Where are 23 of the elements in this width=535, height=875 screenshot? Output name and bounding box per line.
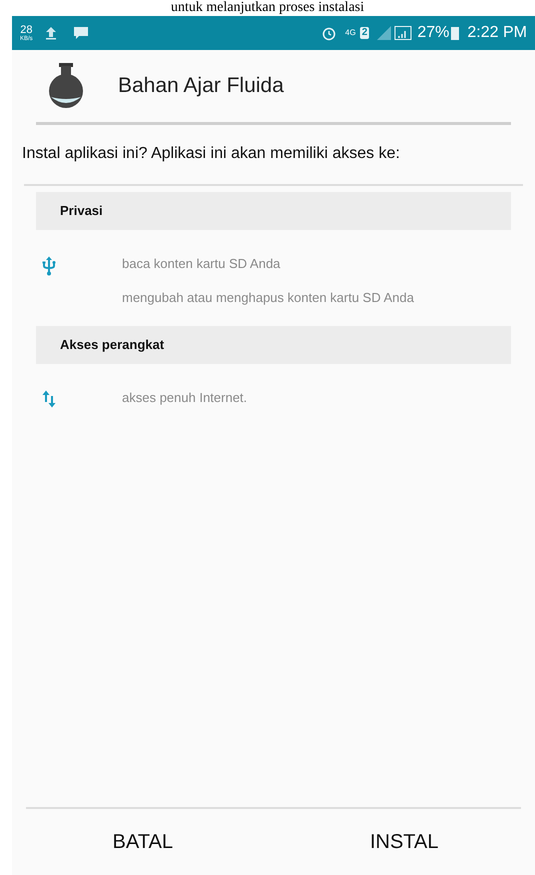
usb-icon (42, 256, 56, 276)
section-header: Privasi (36, 192, 511, 230)
section-header: Akses perangkat (36, 326, 511, 364)
upload-icon (44, 26, 57, 40)
battery-icon (451, 26, 460, 40)
clock: 2:22 PM (467, 23, 527, 43)
app-name: Bahan Ajar Fluida (118, 73, 284, 100)
signal-icon (377, 26, 414, 40)
alarm-icon (321, 25, 338, 41)
cancel-button[interactable]: BATAL (12, 809, 274, 875)
network-type: 4G (345, 29, 356, 37)
sim-badge: 2 (360, 27, 370, 39)
flask-icon (48, 63, 84, 109)
install-button[interactable]: INSTAL (274, 809, 535, 875)
permission-text: mengubah atau menghapus konten kartu SD Anda (122, 289, 414, 307)
transfer-arrows-icon (42, 390, 56, 408)
speed-value: 28 (20, 24, 32, 36)
message-icon (72, 26, 89, 40)
permission-text: baca konten kartu SD Anda (122, 255, 282, 273)
permission-text: akses penuh Internet. (122, 389, 248, 407)
caption: untuk melanjutkan proses instalasi (170, 0, 364, 16)
install-prompt: Instal aplikasi ini? Aplikasi ini akan memiliki akses ke: (21, 144, 401, 164)
battery-percent: 27% (417, 23, 450, 43)
